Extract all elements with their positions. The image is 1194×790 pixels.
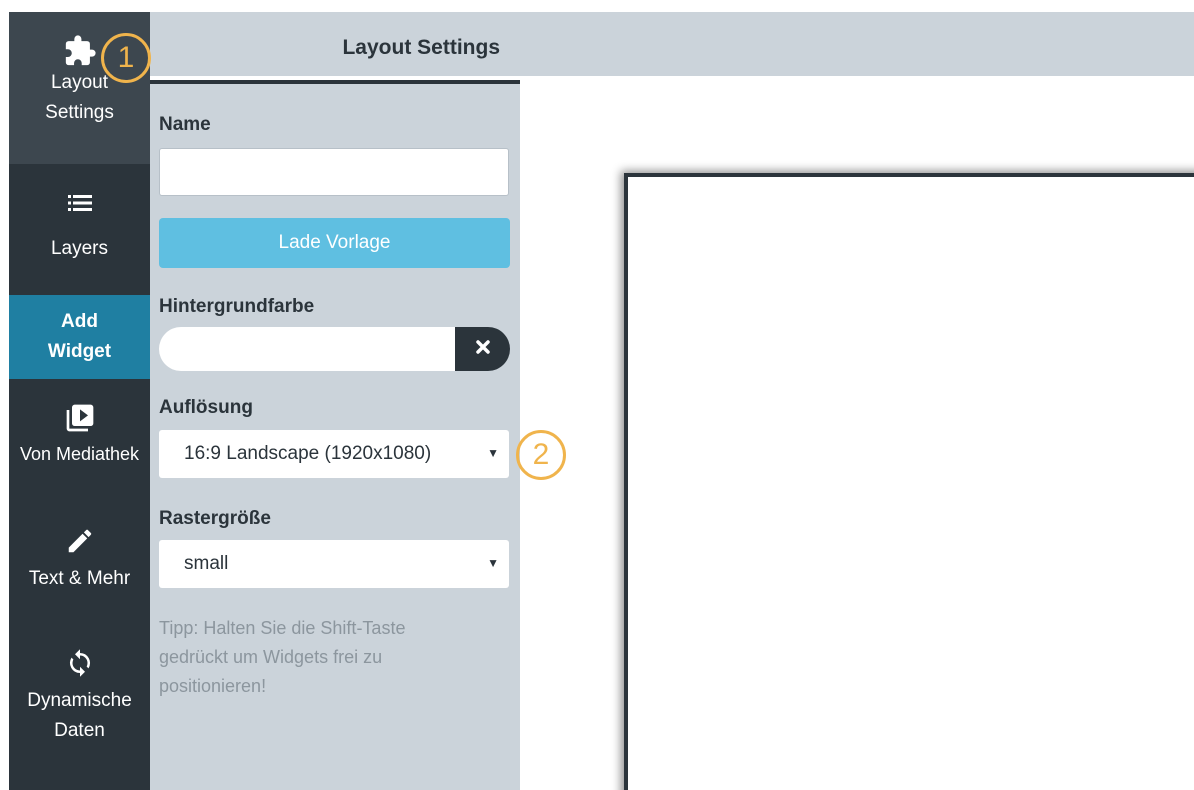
chevron-down-icon: ▼ — [487, 556, 499, 570]
chevron-down-icon: ▼ — [487, 446, 499, 460]
sidebar-item-label: Von Mediathek — [19, 444, 140, 464]
resolution-label: Auflösung — [159, 397, 253, 418]
sidebar-nav: Layout Settings Layers Add Widget Von Me… — [9, 12, 150, 790]
tip-text: Tipp: Halten Sie die Shift-Taste gedrück… — [159, 618, 406, 696]
load-template-button[interactable]: Lade Vorlage — [159, 218, 510, 268]
layout-settings-panel: Name Lade Vorlage Hintergrundfarbe Auflö… — [150, 84, 520, 790]
layout-canvas[interactable] — [624, 173, 1194, 790]
clear-color-button[interactable] — [455, 327, 510, 371]
grid-size-label: Rastergröße — [159, 508, 271, 529]
sidebar-item-dynamische-daten[interactable]: Dynamische Daten — [9, 634, 150, 764]
grid-size-select[interactable]: small ▼ — [159, 540, 509, 588]
background-color-label: Hintergrundfarbe — [159, 296, 315, 317]
resolution-select[interactable]: 16:9 Landscape (1920x1080) ▼ — [159, 430, 509, 478]
panel-title: Layout Settings — [342, 36, 500, 59]
name-label: Name — [159, 114, 211, 135]
resolution-value: 16:9 Landscape (1920x1080) — [184, 443, 432, 464]
sidebar-item-label: Layout — [50, 72, 109, 93]
layout-editor: Layout Settings Layers Add Widget Von Me… — [0, 0, 1194, 790]
sidebar-item-von-mediathek[interactable]: Von Mediathek — [9, 397, 150, 497]
grid-size-value: small — [184, 553, 229, 574]
background-color-input[interactable] — [159, 327, 455, 371]
list-icon — [67, 186, 92, 220]
sidebar-item-label: Daten — [54, 720, 105, 741]
sidebar-item-label: Add — [61, 311, 98, 332]
pencil-icon — [65, 524, 95, 558]
sidebar-item-label: Dynamische — [27, 690, 132, 711]
callout-marker-1: 1 — [101, 33, 151, 83]
puzzle-icon — [63, 34, 97, 68]
close-icon — [475, 339, 491, 360]
sidebar-item-label: Text & Mehr — [28, 568, 131, 589]
sidebar-item-layers[interactable]: Layers — [9, 164, 150, 282]
sidebar-item-add-widget[interactable]: Add Widget — [9, 295, 150, 379]
callout-marker-2: 2 — [516, 430, 566, 480]
sidebar-item-label: Layers — [50, 238, 109, 259]
sync-icon — [65, 646, 95, 680]
sidebar-item-label: Widget — [47, 341, 112, 362]
sidebar-item-label: Settings — [45, 102, 114, 123]
sidebar-item-text-mehr[interactable]: Text & Mehr — [9, 512, 150, 612]
media-library-icon — [64, 401, 96, 435]
name-input[interactable] — [159, 148, 509, 196]
